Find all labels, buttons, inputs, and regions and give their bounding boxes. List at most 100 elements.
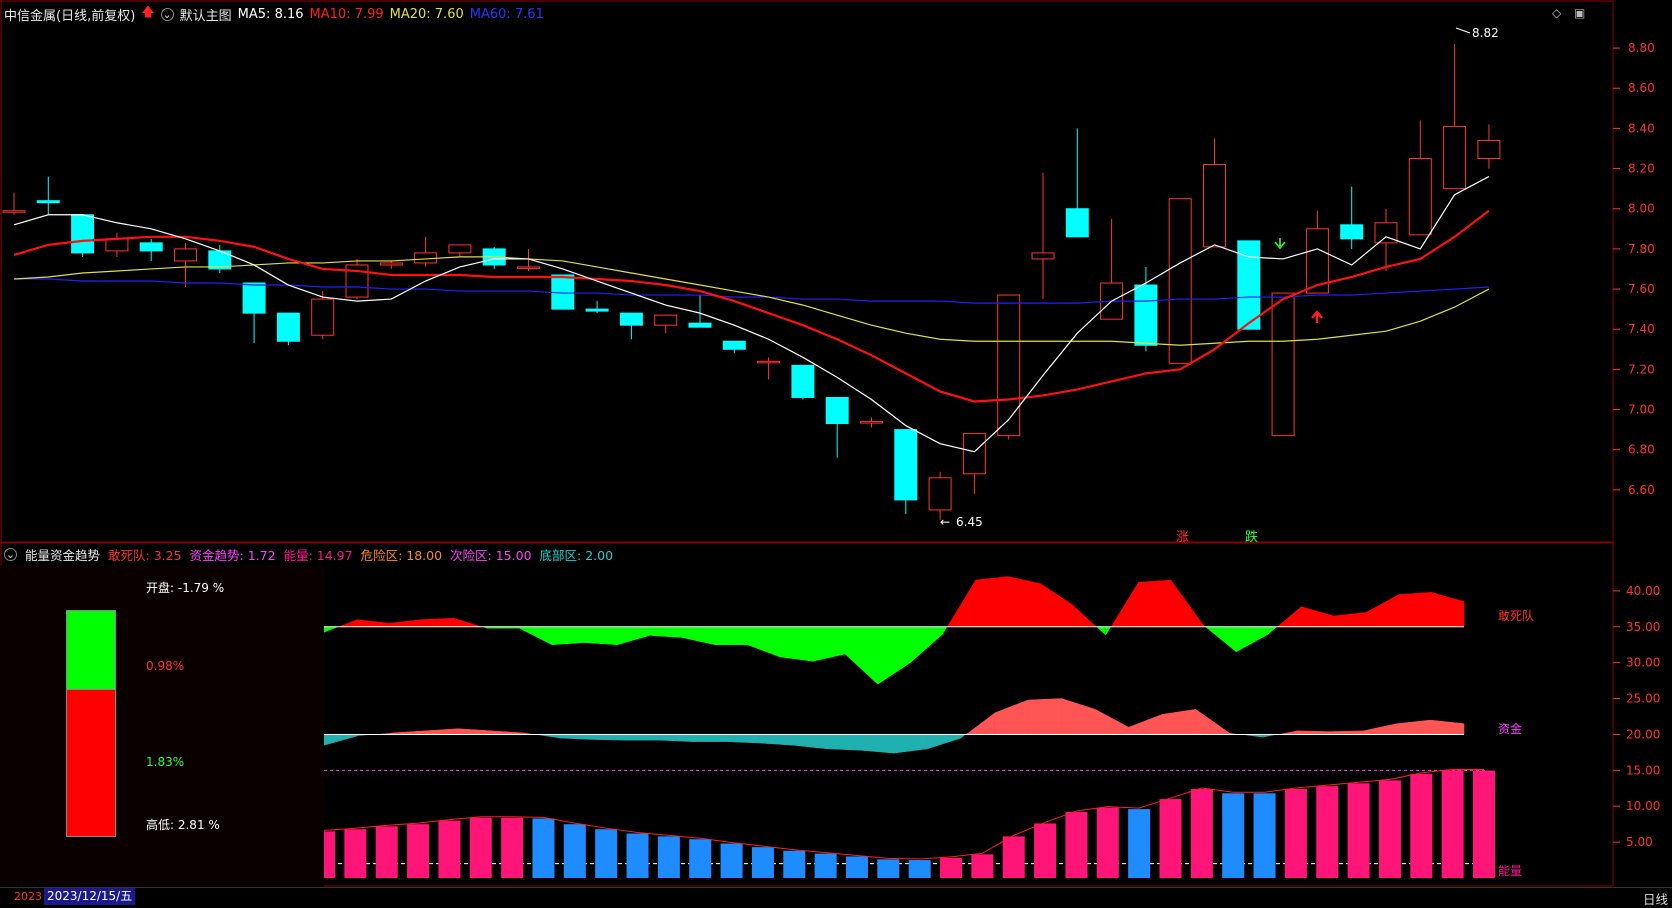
gansidui-area — [649, 626, 683, 638]
zijin-area — [927, 734, 962, 750]
zijin-area — [1128, 713, 1163, 735]
energy-bar — [1378, 780, 1401, 878]
sub-y-tick-label: 25.00 — [1626, 692, 1660, 706]
energy-bar — [438, 820, 461, 878]
candle-up — [860, 421, 883, 424]
energy-bar — [1441, 770, 1464, 878]
gansidui-area — [942, 626, 948, 634]
timeframe-button[interactable]: 日线 — [1643, 889, 1668, 908]
gansidui-area — [877, 626, 911, 685]
candle-up — [1168, 198, 1192, 364]
template-dropdown-icon[interactable]: ⌄ — [160, 7, 174, 21]
nengliang-value: 能量: 14.97 — [283, 547, 353, 563]
high-arrow-icon — [1455, 27, 1471, 34]
ma5-value: MA5: 8.16 — [237, 6, 304, 22]
candle-up — [174, 248, 197, 262]
up-arrow-signal-icon — [1311, 310, 1323, 323]
zijin-area — [726, 734, 761, 744]
ma5-line — [13, 176, 1490, 453]
gansidui-area — [551, 626, 585, 645]
gansidui-area — [584, 626, 618, 645]
gansidui-area — [1096, 626, 1106, 636]
gansidui-area — [388, 619, 422, 628]
candle-down — [825, 396, 849, 425]
template-label[interactable]: 默认主图 — [180, 5, 232, 24]
gaodi-stat: 高低: 2.81 % — [146, 818, 220, 832]
candle-down — [36, 200, 60, 204]
sub-y-axis: 5.00 10.00 15.00 20.00 25.00 30.00 35.00 40.00 — [1613, 584, 1660, 849]
zijin-area — [591, 734, 627, 741]
energy-bar — [814, 853, 837, 878]
zijin-area — [558, 734, 593, 740]
energy-trend-line — [323, 768, 1485, 860]
candle-up — [962, 433, 986, 475]
zijin-area — [390, 730, 425, 735]
candle-down — [619, 312, 643, 326]
gansidui-area — [1073, 605, 1097, 627]
zijin-area — [994, 699, 1029, 735]
candle-up — [1271, 292, 1295, 437]
energy-bar — [344, 829, 367, 878]
candle-down — [1340, 224, 1364, 240]
gansidui-area — [1110, 582, 1139, 627]
indicator-name[interactable]: 能量资金趋势 — [25, 545, 100, 564]
mid-up-stat: 0.98% — [146, 659, 185, 673]
ma60-line — [14, 278, 1489, 304]
gansidui-area — [779, 626, 813, 662]
zijin-area — [1329, 730, 1364, 735]
candle-up — [1443, 125, 1467, 190]
dibu-value: 底部区: 2.00 — [539, 547, 614, 563]
year-tick-label: 2023 — [14, 890, 42, 903]
die-label: 跌 — [1245, 529, 1258, 545]
energy-bar — [1128, 809, 1151, 878]
energy-bar — [971, 854, 994, 878]
candle-down — [1065, 208, 1089, 238]
energy-bar — [1410, 773, 1433, 878]
candle-down — [139, 242, 163, 252]
expand-icon[interactable]: ▣ — [1574, 6, 1585, 20]
ma10-line — [13, 209, 1490, 403]
energy-bar — [1284, 788, 1307, 878]
zijin-area — [860, 734, 895, 754]
zijin-value: 资金趋势: 1.72 — [189, 547, 276, 563]
time-axis-bar: 2023 — [0, 887, 1672, 907]
sub-y-tick-label: 30.00 — [1626, 656, 1660, 670]
indicator-dropdown-icon[interactable]: ⌄ — [4, 547, 17, 561]
gansidui-area — [356, 619, 390, 628]
candlestick-series — [2, 44, 1501, 520]
energy-bar — [563, 824, 586, 878]
energy-bar — [375, 826, 398, 878]
y-tick-label: 8.00 — [1628, 202, 1655, 216]
opening-ratio-green — [67, 611, 115, 690]
energy-bar — [1159, 799, 1182, 878]
zijin-area — [1296, 730, 1331, 735]
energy-bar — [1096, 807, 1119, 878]
candle-up — [1031, 252, 1055, 260]
ma20-value: MA20: 7.60 — [389, 6, 464, 22]
stock-title[interactable]: 中信金属(日线,前复权) — [4, 5, 135, 24]
zijin-area — [659, 734, 694, 742]
energy-bar — [501, 817, 524, 878]
mid-down-stat: 1.83% — [146, 755, 185, 769]
energy-bar — [1034, 823, 1057, 878]
zijin-area — [1061, 698, 1096, 735]
zijin-area — [793, 734, 828, 750]
cursor-date-label: 2023/12/15/五 — [44, 888, 136, 905]
energy-bar — [657, 836, 680, 878]
gansidui-area — [454, 618, 483, 627]
zijin-area — [1396, 719, 1431, 735]
zijin-area — [323, 734, 358, 746]
gansidui-area — [1431, 591, 1465, 628]
candle-up — [997, 294, 1021, 437]
zijin-area — [1363, 723, 1398, 735]
zhang-label: 涨 — [1176, 530, 1189, 545]
gansidui-area — [714, 626, 748, 645]
zijin-area — [893, 734, 928, 754]
sub-indicator-series — [313, 576, 1495, 878]
y-tick-label: 7.80 — [1628, 242, 1655, 256]
y-tick-label: 6.60 — [1628, 483, 1655, 497]
low-annotation: 6.45 — [956, 515, 983, 529]
weixian-value: 危险区: 18.00 — [360, 547, 443, 563]
energy-bar — [1473, 770, 1495, 878]
diamond-icon[interactable]: ◇ — [1552, 6, 1561, 20]
